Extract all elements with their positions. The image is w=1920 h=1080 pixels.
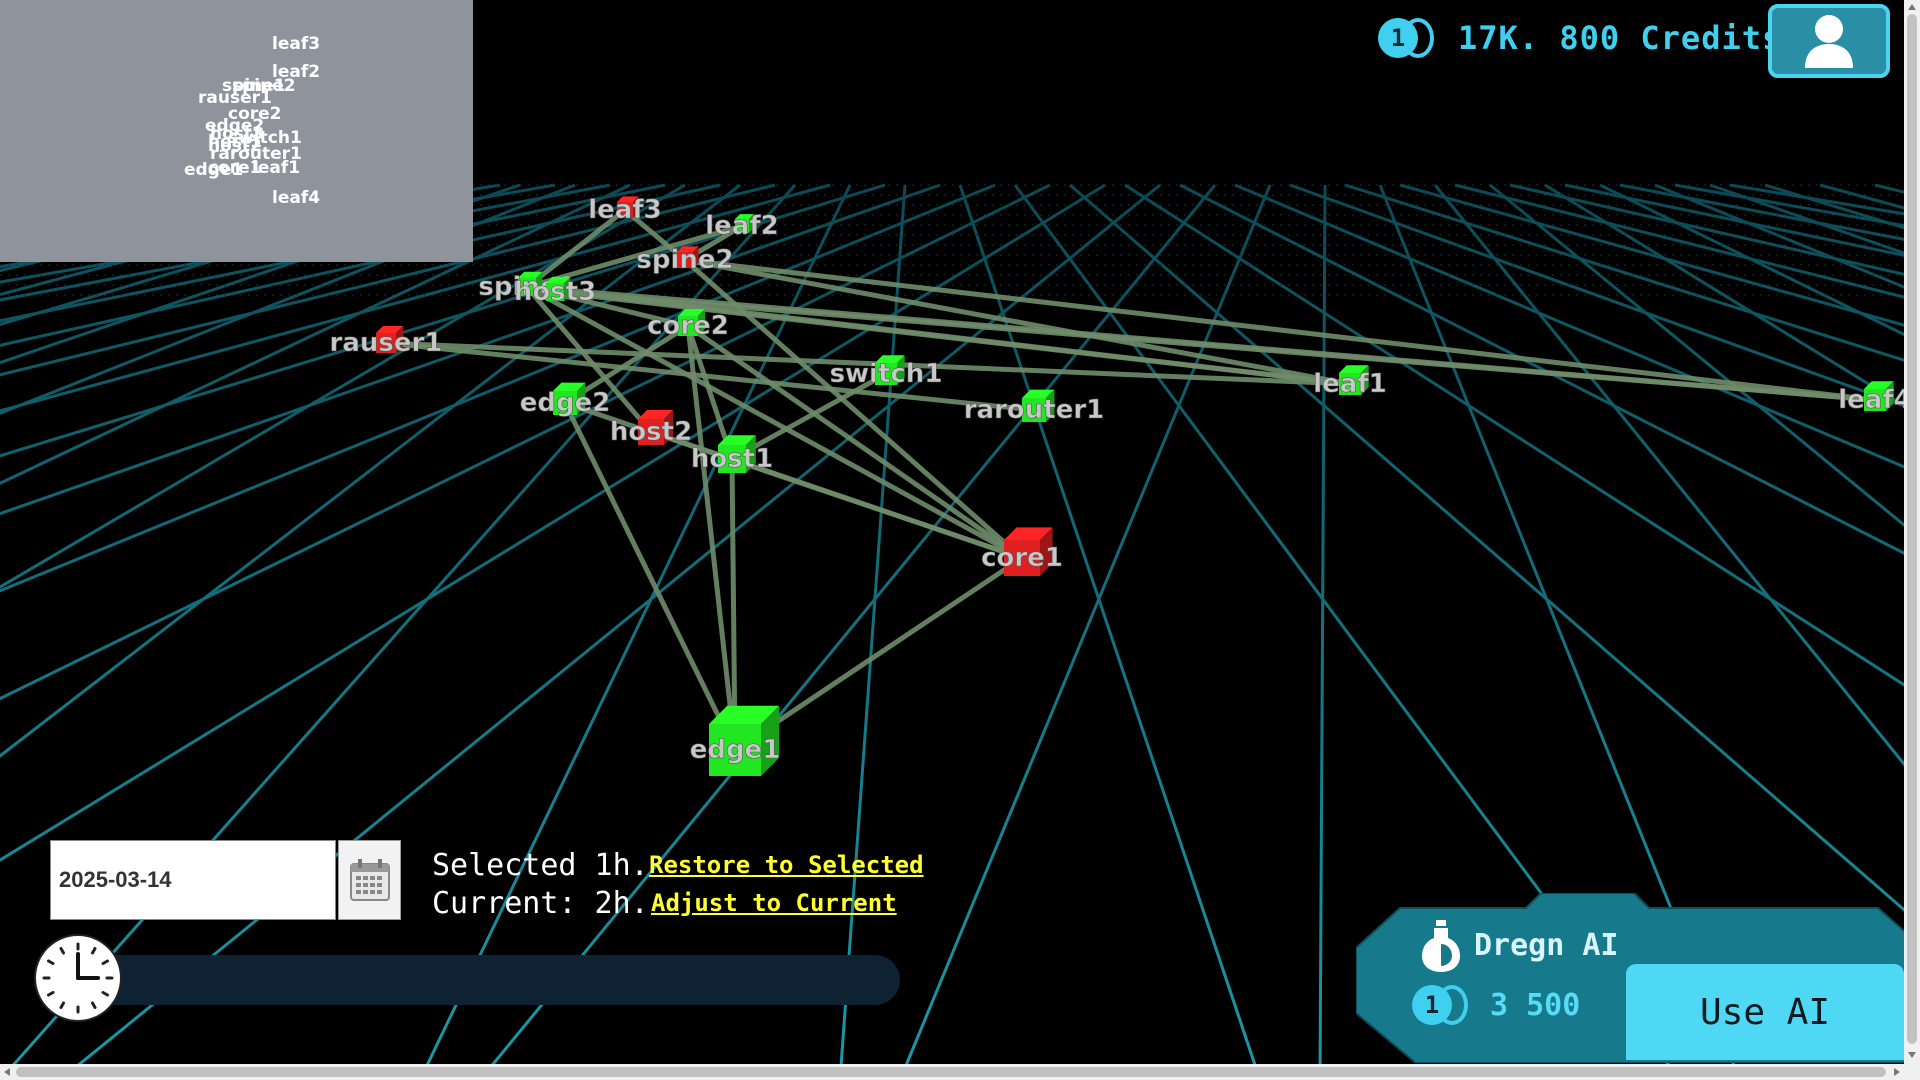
node-label: host2: [610, 417, 692, 447]
node-label: host3: [514, 277, 596, 307]
node-core2[interactable]: core2: [647, 309, 729, 341]
node-edge2[interactable]: edge2: [519, 382, 611, 418]
node-label: core2: [647, 311, 729, 341]
node-edge1[interactable]: edge1: [689, 705, 781, 776]
current-time-label: Current: 2h.: [432, 886, 649, 921]
node-switch1[interactable]: switch1: [829, 355, 943, 389]
ai-title: Dregn AI: [1474, 928, 1619, 963]
minimap-label: leaf1: [252, 158, 301, 178]
node-label: leaf1: [1313, 369, 1387, 399]
grid-line: [1318, 184, 1327, 1080]
network-links: [383, 207, 1878, 753]
node-label: leaf2: [705, 211, 779, 241]
coin-icon: 1: [1412, 985, 1468, 1025]
node-label: core1: [981, 543, 1063, 573]
timeline-slider[interactable]: [110, 955, 900, 1005]
node-leaf4[interactable]: leaf4: [1838, 381, 1912, 415]
minimap-label: leaf4: [272, 188, 321, 208]
credits-display: 1 17K. 800 Credits: [1378, 14, 1782, 62]
node-label: rarouter1: [964, 395, 1105, 425]
horizontal-scroll-thumb[interactable]: [16, 1067, 1886, 1077]
user-icon: [1805, 15, 1853, 68]
network-link: [524, 284, 1025, 561]
credits-amount: 17K. 800 Credits: [1458, 19, 1783, 57]
adjust-to-current-link[interactable]: Adjust to Current: [651, 889, 897, 917]
calendar-button[interactable]: [338, 840, 401, 920]
ai-cost: 3 500: [1490, 988, 1581, 1023]
node-label: leaf4: [1838, 385, 1912, 415]
horizontal-scrollbar[interactable]: [0, 1064, 1920, 1080]
node-host3[interactable]: host3: [514, 277, 597, 308]
minimap[interactable]: leaf3 leaf2 spine2 spine1 rauser1 core2 edge2 s…: [0, 0, 473, 262]
selected-time-label: Selected 1h.: [432, 848, 649, 883]
clock-icon[interactable]: [34, 934, 122, 1022]
clock-face: [42, 942, 114, 1014]
node-leaf1[interactable]: leaf1: [1313, 365, 1387, 399]
node-leaf2[interactable]: leaf2: [705, 211, 779, 242]
node-label: rauser1: [330, 328, 443, 358]
node-spine2[interactable]: spine2: [636, 245, 734, 276]
node-label: edge1: [690, 735, 781, 765]
minimap-label: host3: [210, 124, 264, 144]
network-nodes: leaf2leaf3spine2spine1host3rauser1core2s…: [329, 195, 1912, 776]
node-host2[interactable]: host2: [610, 409, 692, 447]
restore-to-selected-link[interactable]: Restore to Selected: [649, 851, 924, 879]
node-rarouter1[interactable]: rarouter1: [963, 389, 1105, 425]
node-label: spine2: [636, 245, 733, 275]
scroll-up-icon[interactable]: [1908, 4, 1916, 10]
vertical-scroll-thumb[interactable]: [1907, 14, 1917, 1044]
minimap-label: leaf3: [272, 34, 321, 54]
node-label: host1: [691, 444, 773, 474]
scroll-right-icon[interactable]: [1894, 1068, 1900, 1076]
profile-button[interactable]: [1768, 4, 1890, 78]
scroll-left-icon[interactable]: [4, 1068, 10, 1076]
vertical-scrollbar[interactable]: [1904, 0, 1920, 1064]
node-label: edge2: [520, 388, 611, 418]
node-rauser1[interactable]: rauser1: [329, 326, 443, 358]
node-label: leaf3: [588, 195, 662, 225]
coin-icon: 1: [1378, 18, 1434, 58]
calendar-icon: [349, 859, 390, 901]
date-input[interactable]: [50, 840, 336, 920]
use-ai-button[interactable]: Use AI: [1626, 964, 1904, 1060]
flask-icon: [1422, 920, 1460, 972]
node-leaf3[interactable]: leaf3: [588, 195, 662, 226]
scroll-down-icon[interactable]: [1908, 1052, 1916, 1058]
node-label: switch1: [830, 359, 943, 389]
